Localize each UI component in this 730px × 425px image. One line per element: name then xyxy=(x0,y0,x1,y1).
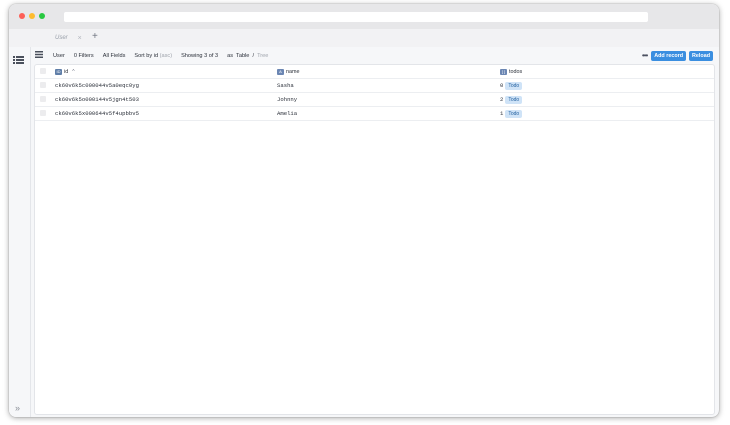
cell-name[interactable]: Sasha xyxy=(277,79,294,92)
showing-count: Showing 3 of 3 xyxy=(181,52,219,59)
sort-direction: (asc) xyxy=(159,52,173,59)
new-tab-button[interactable]: + xyxy=(92,31,98,42)
todo-tag[interactable]: Todo xyxy=(505,95,523,104)
tab-user[interactable]: User × xyxy=(47,29,95,47)
cell-name[interactable]: Amelia xyxy=(277,107,297,120)
tab-label: User xyxy=(55,35,68,41)
table-row[interactable]: ck60v6k5o000144v5jgn4t503 Johnny 2 Todo xyxy=(35,93,714,107)
table-header: ID id ^ A name [ ] todos xyxy=(35,65,714,79)
fields-button[interactable]: All Fields xyxy=(103,53,126,59)
column-label: id xyxy=(64,68,69,75)
grid-icon[interactable] xyxy=(35,51,43,60)
column-label: name xyxy=(286,68,300,75)
column-label: todos xyxy=(509,68,523,75)
toolbar: User 0 Filters All Fields Sort by id (as… xyxy=(31,47,719,64)
cell-todos[interactable]: 1 Todo xyxy=(500,107,523,120)
sort-prefix: Sort by xyxy=(134,52,153,59)
table-row[interactable]: ck60v6k5x000644v5f4upbbv5 Amelia 1 Todo xyxy=(35,107,714,121)
column-header-name[interactable]: A name xyxy=(277,65,300,78)
more-options-icon[interactable]: ••• xyxy=(642,51,648,60)
relation-type-icon: [ ] xyxy=(500,68,507,75)
todos-count: 2 xyxy=(500,96,504,103)
column-header-id[interactable]: ID id ^ xyxy=(55,65,75,78)
string-type-icon: A xyxy=(277,68,284,75)
model-name[interactable]: User xyxy=(53,53,65,59)
cell-todos[interactable]: 0 Todo xyxy=(500,79,523,92)
cell-id[interactable]: ck60v6k5x000644v5f4upbbv5 xyxy=(55,107,139,120)
view-table-option[interactable]: Table xyxy=(236,53,249,59)
row-checkbox[interactable] xyxy=(40,96,46,102)
minimize-window-button[interactable] xyxy=(29,13,35,19)
app-window: User × + » User 0 Filters All Fields Sor… xyxy=(9,4,719,417)
select-all-checkbox[interactable] xyxy=(40,68,46,74)
maximize-window-button[interactable] xyxy=(39,13,45,19)
list-menu-icon[interactable] xyxy=(13,51,24,69)
reload-button[interactable]: Reload xyxy=(689,50,713,61)
view-separator: / xyxy=(252,52,255,59)
row-checkbox[interactable] xyxy=(40,82,46,88)
table-row[interactable]: ck60v6k5c000044v5a0eqc0yg Sasha 0 Todo xyxy=(35,79,714,93)
address-bar[interactable] xyxy=(64,12,648,22)
sort-asc-icon[interactable]: ^ xyxy=(72,69,74,75)
todo-tag[interactable]: Todo xyxy=(505,109,523,118)
column-header-todos[interactable]: [ ] todos xyxy=(500,65,522,78)
close-window-button[interactable] xyxy=(19,13,25,19)
row-checkbox[interactable] xyxy=(40,110,46,116)
cell-id[interactable]: ck60v6k5o000144v5jgn4t503 xyxy=(55,93,139,106)
view-as-label: as xyxy=(227,52,234,59)
sidebar: » xyxy=(9,47,31,417)
cell-todos[interactable]: 2 Todo xyxy=(500,93,523,106)
filters-button[interactable]: 0 Filters xyxy=(74,53,94,59)
view-tree-option[interactable]: Tree xyxy=(257,53,268,59)
add-record-button[interactable]: Add record xyxy=(651,50,687,61)
todo-tag[interactable]: Todo xyxy=(505,81,523,90)
todos-count: 0 xyxy=(500,82,504,89)
id-type-icon: ID xyxy=(55,68,62,75)
tab-close-icon[interactable]: × xyxy=(78,35,82,42)
todos-count: 1 xyxy=(500,110,504,117)
view-switcher: as Table / Tree xyxy=(227,53,268,59)
expand-sidebar-icon[interactable]: » xyxy=(15,403,20,413)
cell-name[interactable]: Johnny xyxy=(277,93,297,106)
cell-id[interactable]: ck60v6k5c000044v5a0eqc0yg xyxy=(55,79,139,92)
tab-strip: User × + xyxy=(9,29,719,47)
records-table: ID id ^ A name [ ] todos ck60v6k5c000044… xyxy=(34,64,715,415)
sort-button[interactable]: Sort by id (asc) xyxy=(134,53,172,59)
sort-field: id xyxy=(153,52,159,59)
title-bar xyxy=(9,4,719,29)
